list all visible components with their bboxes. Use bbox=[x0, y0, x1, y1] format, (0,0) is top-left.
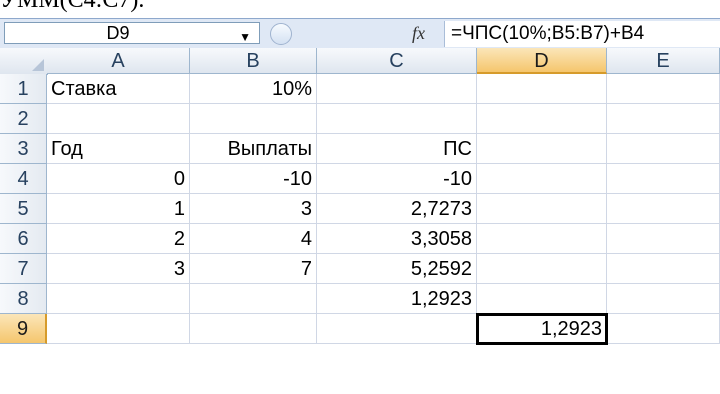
insert-function-icon[interactable]: fx bbox=[412, 21, 442, 45]
row-header-5[interactable]: 5 bbox=[0, 194, 47, 224]
resize-handle-icon[interactable] bbox=[270, 23, 292, 45]
select-all-icon bbox=[32, 59, 44, 71]
cell-a6[interactable]: 2 bbox=[47, 224, 190, 254]
cell-e6[interactable] bbox=[607, 224, 720, 254]
column-header-e[interactable]: E bbox=[607, 48, 720, 74]
cell-b7[interactable]: 7 bbox=[190, 254, 317, 284]
cell-a3[interactable]: Год bbox=[47, 134, 190, 164]
spreadsheet-grid[interactable]: A B C D E 1 Ставка 10% 2 3 Год Выплаты ПС 4 0 -10 -10 5 1 3… bbox=[0, 48, 720, 394]
cell-d3[interactable] bbox=[477, 134, 607, 164]
cell-b8[interactable] bbox=[190, 284, 317, 314]
name-box-value: D9 bbox=[106, 23, 130, 43]
cell-e1[interactable] bbox=[607, 74, 720, 104]
cell-d5[interactable] bbox=[477, 194, 607, 224]
name-box[interactable]: D9 ▼ bbox=[4, 22, 260, 44]
cell-b3[interactable]: Выплаты bbox=[190, 134, 317, 164]
cell-c4[interactable]: -10 bbox=[317, 164, 477, 194]
column-header-c[interactable]: C bbox=[317, 48, 477, 74]
cell-c1[interactable] bbox=[317, 74, 477, 104]
cell-a7[interactable]: 3 bbox=[47, 254, 190, 284]
row-header-3[interactable]: 3 bbox=[0, 134, 47, 164]
column-header-a[interactable]: A bbox=[47, 48, 190, 74]
formula-input[interactable]: =ЧПС(10%;B5:B7)+B4 bbox=[444, 21, 720, 47]
row-header-8[interactable]: 8 bbox=[0, 284, 47, 314]
cell-a2[interactable] bbox=[47, 104, 190, 134]
row-header-6[interactable]: 6 bbox=[0, 224, 47, 254]
formula-bar-splitter[interactable] bbox=[270, 23, 304, 45]
cell-d2[interactable] bbox=[477, 104, 607, 134]
cell-a9[interactable] bbox=[47, 314, 190, 344]
cell-b5[interactable]: 3 bbox=[190, 194, 317, 224]
row-header-1[interactable]: 1 bbox=[0, 74, 47, 104]
cell-d9[interactable]: 1,2923 bbox=[477, 314, 607, 344]
cell-c3[interactable]: ПС bbox=[317, 134, 477, 164]
cell-b1[interactable]: 10% bbox=[190, 74, 317, 104]
cell-a5[interactable]: 1 bbox=[47, 194, 190, 224]
cell-c5[interactable]: 2,7273 bbox=[317, 194, 477, 224]
row-header-2[interactable]: 2 bbox=[0, 104, 47, 134]
cell-e5[interactable] bbox=[607, 194, 720, 224]
cell-e3[interactable] bbox=[607, 134, 720, 164]
cell-e2[interactable] bbox=[607, 104, 720, 134]
cell-c9[interactable] bbox=[317, 314, 477, 344]
row-header-7[interactable]: 7 bbox=[0, 254, 47, 284]
select-all-button[interactable] bbox=[0, 48, 48, 75]
cell-c2[interactable] bbox=[317, 104, 477, 134]
column-header-d[interactable]: D bbox=[477, 48, 607, 74]
cell-c6[interactable]: 3,3058 bbox=[317, 224, 477, 254]
formula-bar: D9 ▼ fx =ЧПС(10%;B5:B7)+B4 bbox=[0, 18, 720, 50]
chevron-down-icon[interactable]: ▼ bbox=[239, 27, 251, 47]
cell-b9[interactable] bbox=[190, 314, 317, 344]
cell-e8[interactable] bbox=[607, 284, 720, 314]
cell-b6[interactable]: 4 bbox=[190, 224, 317, 254]
cell-b2[interactable] bbox=[190, 104, 317, 134]
cell-c7[interactable]: 5,2592 bbox=[317, 254, 477, 284]
cell-d1[interactable] bbox=[477, 74, 607, 104]
cell-d7[interactable] bbox=[477, 254, 607, 284]
cell-a8[interactable] bbox=[47, 284, 190, 314]
cell-d8[interactable] bbox=[477, 284, 607, 314]
row-header-9[interactable]: 9 bbox=[0, 314, 47, 344]
cell-e9[interactable] bbox=[607, 314, 720, 344]
cell-a4[interactable]: 0 bbox=[47, 164, 190, 194]
cell-b4[interactable]: -10 bbox=[190, 164, 317, 194]
row-header-4[interactable]: 4 bbox=[0, 164, 47, 194]
cell-a1[interactable]: Ставка bbox=[47, 74, 190, 104]
cell-c8[interactable]: 1,2923 bbox=[317, 284, 477, 314]
cell-e7[interactable] bbox=[607, 254, 720, 284]
column-header-b[interactable]: B bbox=[190, 48, 317, 74]
cell-d6[interactable] bbox=[477, 224, 607, 254]
cell-d4[interactable] bbox=[477, 164, 607, 194]
cell-e4[interactable] bbox=[607, 164, 720, 194]
document-text-fragment: УММ(C4:C7). bbox=[0, 0, 145, 13]
